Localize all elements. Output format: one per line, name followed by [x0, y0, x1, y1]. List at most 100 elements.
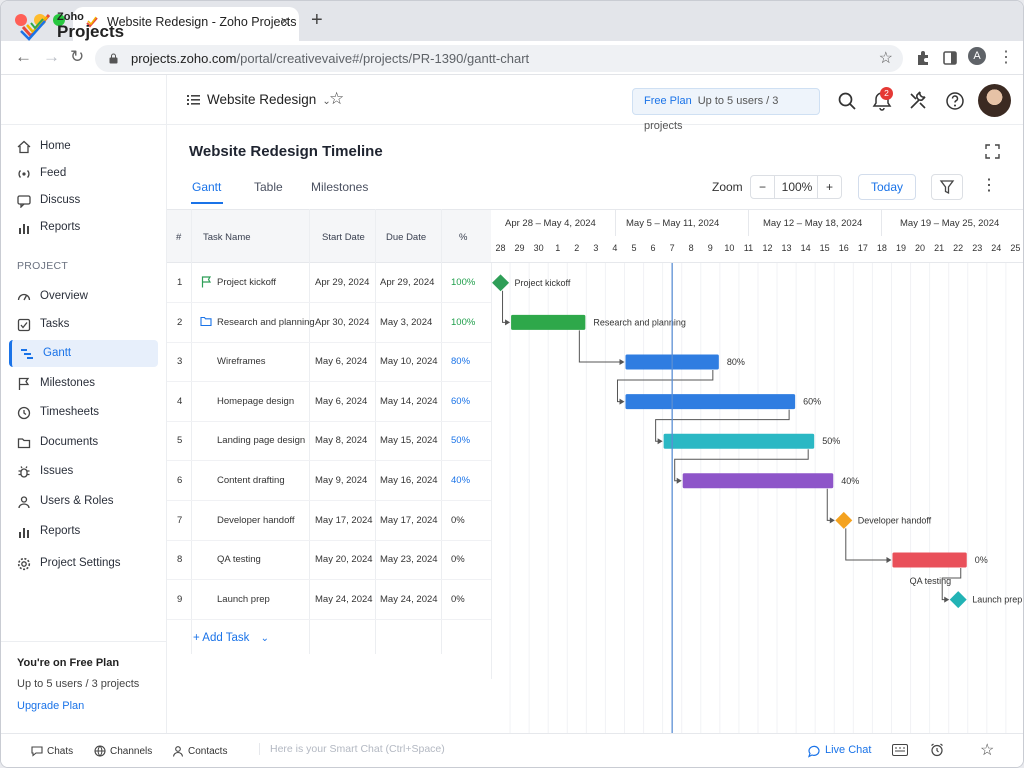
extensions-icon[interactable]: [914, 49, 932, 67]
reload-icon[interactable]: ↻: [70, 47, 84, 67]
forward-icon[interactable]: →: [43, 47, 60, 67]
table-row[interactable]: 6 Content drafting May 9, 2024 May 16, 2024…: [167, 461, 491, 501]
col-header-task-name[interactable]: Task Name: [203, 232, 251, 243]
table-row[interactable]: 4 Homepage design May 6, 2024 May 14, 2024 6…: [167, 382, 491, 422]
task-name[interactable]: Landing page design: [217, 435, 305, 446]
keyboard-icon[interactable]: [892, 744, 908, 756]
sidebar-item-project-settings[interactable]: Project Settings: [17, 550, 159, 577]
contacts-button[interactable]: Contacts: [172, 746, 227, 757]
task-bar[interactable]: [511, 314, 586, 330]
task-name[interactable]: Developer handoff: [217, 515, 294, 526]
live-chat-button[interactable]: Live Chat: [807, 744, 871, 758]
alarm-clock-icon[interactable]: [930, 743, 944, 757]
sidebar-item-overview[interactable]: Overview: [17, 283, 159, 310]
plan-indicator[interactable]: Free Plan Up to 5 users / 3 projects: [632, 88, 820, 132]
task-percent[interactable]: 80%: [451, 356, 470, 367]
user-avatar[interactable]: [978, 84, 1011, 117]
bookmark-star-icon[interactable]: ☆: [879, 45, 893, 72]
table-row[interactable]: 2 Research and planning Apr 30, 2024 May 3,…: [167, 303, 491, 343]
task-start-date[interactable]: May 20, 2024: [315, 554, 373, 565]
sidebar-item-gantt[interactable]: Gantt: [9, 340, 158, 367]
tab-gantt[interactable]: Gantt: [192, 180, 221, 194]
task-start-date[interactable]: Apr 29, 2024: [315, 277, 369, 288]
task-percent[interactable]: 50%: [451, 435, 470, 446]
back-icon[interactable]: ←: [15, 47, 32, 67]
task-name[interactable]: Homepage design: [217, 396, 294, 407]
add-task-dropdown-icon[interactable]: ⌄: [261, 633, 269, 644]
task-percent[interactable]: 0%: [451, 594, 465, 605]
task-bar[interactable]: [663, 433, 815, 449]
filter-button[interactable]: [931, 174, 963, 200]
sidebar-item-reports[interactable]: Reports: [17, 214, 159, 241]
table-row[interactable]: 7 Developer handoff May 17, 2024 May 17, 20…: [167, 501, 491, 541]
task-name[interactable]: Launch prep: [217, 594, 270, 605]
today-button[interactable]: Today: [858, 174, 916, 200]
tab-milestones[interactable]: Milestones: [311, 180, 368, 194]
col-header-percent[interactable]: %: [459, 232, 467, 243]
sidebar-item-documents[interactable]: Documents: [17, 429, 159, 456]
star-icon[interactable]: ☆: [980, 740, 994, 760]
task-percent[interactable]: 100%: [451, 317, 475, 328]
table-row[interactable]: 3 Wireframes May 6, 2024 May 10, 2024 80%: [167, 342, 491, 383]
sidebar-item-feed[interactable]: Feed: [17, 160, 159, 187]
task-start-date[interactable]: May 8, 2024: [315, 435, 367, 446]
task-name[interactable]: QA testing: [217, 554, 261, 565]
favorite-star-icon[interactable]: ☆: [329, 89, 344, 109]
chats-button[interactable]: Chats: [31, 746, 73, 757]
close-tab-icon[interactable]: ×: [280, 7, 289, 37]
help-icon[interactable]: [945, 91, 965, 111]
milestone-diamond[interactable]: [492, 274, 510, 292]
task-due-date[interactable]: May 16, 2024: [380, 475, 438, 486]
tab-table[interactable]: Table: [254, 180, 283, 194]
task-percent[interactable]: 100%: [451, 277, 475, 288]
tools-icon[interactable]: [908, 91, 928, 111]
browser-account-avatar[interactable]: A: [968, 47, 986, 65]
search-icon[interactable]: [837, 91, 857, 111]
task-percent[interactable]: 0%: [451, 515, 465, 526]
task-due-date[interactable]: Apr 29, 2024: [380, 277, 434, 288]
url-bar[interactable]: projects.zoho.com/portal/creativevaive#/…: [95, 45, 903, 72]
task-bar[interactable]: [682, 473, 834, 489]
sidebar-item-timesheets[interactable]: Timesheets: [17, 399, 159, 426]
browser-menu-icon[interactable]: ⋮: [997, 47, 1015, 66]
task-name[interactable]: Wireframes: [217, 356, 266, 367]
sidebar-item-project-reports[interactable]: Reports: [17, 518, 159, 545]
table-row[interactable]: 1 Project kickoff Apr 29, 2024 Apr 29, 2024…: [167, 263, 491, 303]
task-due-date[interactable]: May 17, 2024: [380, 515, 438, 526]
col-header-start-date[interactable]: Start Date: [322, 232, 365, 243]
sidebar-item-issues[interactable]: Issues: [17, 458, 159, 485]
table-row[interactable]: 9 Launch prep May 24, 2024 May 24, 2024 0%: [167, 580, 491, 620]
sidebar-item-users-roles[interactable]: Users & Roles: [17, 488, 159, 515]
milestone-diamond[interactable]: [835, 511, 853, 529]
task-due-date[interactable]: May 3, 2024: [380, 317, 432, 328]
sidebar-item-tasks[interactable]: Tasks: [17, 311, 159, 338]
table-row[interactable]: 8 QA testing May 20, 2024 May 23, 2024 0%: [167, 540, 491, 581]
sidebar-item-discuss[interactable]: Discuss: [17, 187, 159, 214]
fullscreen-icon[interactable]: [985, 144, 1000, 159]
new-tab-button[interactable]: +: [311, 9, 323, 32]
smart-chat-input[interactable]: Here is your Smart Chat (Ctrl+Space): [259, 743, 445, 755]
task-due-date[interactable]: May 24, 2024: [380, 594, 438, 605]
task-name[interactable]: Content drafting: [217, 475, 285, 486]
task-name[interactable]: Research and planning: [217, 317, 315, 328]
channels-button[interactable]: Channels: [94, 745, 152, 757]
upgrade-plan-link[interactable]: Upgrade Plan: [17, 700, 84, 712]
task-percent[interactable]: 0%: [451, 554, 465, 565]
task-bar[interactable]: [892, 552, 967, 568]
table-row[interactable]: 5 Landing page design May 8, 2024 May 15, 2…: [167, 421, 491, 462]
side-panel-icon[interactable]: [941, 49, 959, 67]
zoom-out-button[interactable]: −: [751, 176, 775, 198]
sidebar-item-milestones[interactable]: Milestones: [17, 370, 159, 397]
task-start-date[interactable]: May 24, 2024: [315, 594, 373, 605]
col-header-due-date[interactable]: Due Date: [386, 232, 426, 243]
project-switcher[interactable]: Website Redesign ⌄: [187, 92, 331, 107]
zoom-in-button[interactable]: +: [817, 176, 841, 198]
task-due-date[interactable]: May 10, 2024: [380, 356, 438, 367]
task-name[interactable]: Project kickoff: [217, 277, 276, 288]
zoho-projects-logo[interactable]: Zoho Projects: [19, 9, 169, 43]
task-start-date[interactable]: May 6, 2024: [315, 396, 367, 407]
task-due-date[interactable]: May 14, 2024: [380, 396, 438, 407]
task-start-date[interactable]: May 6, 2024: [315, 356, 367, 367]
add-task-button[interactable]: + Add Task ⌄: [193, 632, 269, 644]
milestone-diamond[interactable]: [949, 591, 967, 609]
